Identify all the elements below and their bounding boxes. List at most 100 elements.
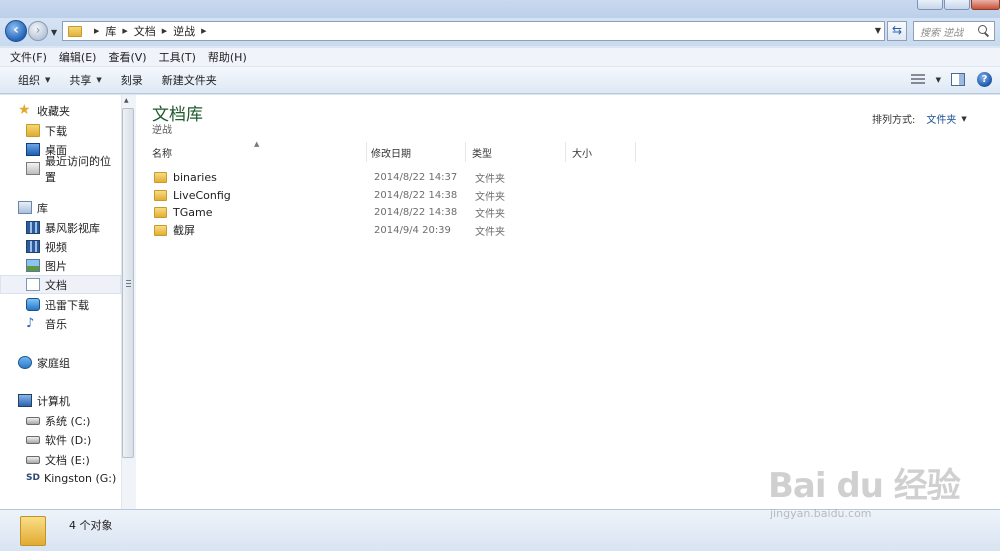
sidebar-item-baofeng[interactable]: 暴风影视库 [0,218,121,237]
sidebar-item-libraries[interactable]: 库 [0,198,121,217]
column-header-size[interactable]: 大小 [566,142,636,162]
sidebar-item-documents[interactable]: 文档 [0,275,121,294]
refresh-button[interactable]: ⇆ [887,21,907,41]
column-header-type[interactable]: 类型 [466,142,566,162]
sidebar-item-label: 下载 [45,124,67,138]
folder-icon [68,25,82,37]
forward-button[interactable]: › [28,21,48,41]
table-row[interactable]: 截屏 2014/9/4 20:39 文件夹 [150,221,630,239]
file-date: 2014/8/22 14:38 [374,189,458,201]
file-list-pane: 文档库 逆战 排列方式: 文件夹 ▼ ▲ 名称 修改日期 类型 大小 binar… [136,95,1000,509]
chevron-down-icon[interactable]: ▼ [936,76,941,84]
sidebar-item-label: 计算机 [37,394,70,408]
preview-pane-icon[interactable] [951,73,965,86]
sidebar-item-videos[interactable]: 视频 [0,237,121,256]
homegroup-icon [18,356,32,369]
file-type: 文件夹 [475,226,505,238]
library-subtitle[interactable]: 逆战 [152,121,172,136]
picture-icon [26,259,40,272]
file-type: 文件夹 [475,191,505,203]
breadcrumb-library[interactable]: 库 [105,23,116,39]
forward-arrow-icon: › [35,23,41,37]
watermark-logo: Bai du 经验 [768,466,961,506]
breadcrumb-nizhan[interactable]: 逆战 [173,23,195,39]
sidebar-item-downloads[interactable]: 下载 [0,121,121,140]
sidebar-item-computer[interactable]: 计算机 [0,391,121,410]
table-row[interactable]: LiveConfig 2014/8/22 14:38 文件夹 [150,186,630,204]
table-row[interactable]: TGame 2014/8/22 14:38 文件夹 [150,203,630,221]
star-icon: ★ [18,102,31,118]
sidebar-item-favorites[interactable]: ★ 收藏夹 [0,101,121,120]
search-icon[interactable] [977,24,991,38]
sidebar-item-drive-e[interactable]: 文档 (E:) [0,450,121,469]
sidebar-item-label: 图片 [45,259,67,273]
menu-tools[interactable]: 工具(T) [153,49,202,65]
back-arrow-icon: ‹ [13,22,19,38]
recent-places-icon [26,162,40,175]
library-icon [18,201,32,214]
breadcrumb-separator-icon[interactable]: ▶ [162,27,167,35]
sidebar-item-drive-d[interactable]: 软件 (D:) [0,430,121,449]
breadcrumb-separator-icon[interactable]: ▶ [94,27,99,35]
chevron-down-icon: ▼ [96,76,102,84]
sidebar-item-drive-c[interactable]: 系统 (C:) [0,411,121,430]
sidebar-item-label: 最近访问的位置 [45,154,111,184]
sidebar-item-music[interactable]: ♪ 音乐 [0,314,121,333]
folder-icon [154,189,167,201]
menu-edit[interactable]: 编辑(E) [53,49,103,65]
arrange-by: 排列方式: 文件夹 ▼ [872,111,967,127]
sidebar-item-label: Kingston (G:) [44,472,117,485]
address-dropdown-icon[interactable]: ▼ [875,26,881,35]
sidebar-item-label: 文档 (E:) [45,453,90,467]
system-drive-icon [26,416,40,425]
column-header-modified[interactable]: 修改日期 [365,142,466,162]
address-bar[interactable]: ▶ 库 ▶ 文档 ▶ 逆战 ▶ ▼ [62,21,885,41]
sidebar-item-label: 软件 (D:) [45,433,92,447]
sidebar-item-thunder[interactable]: 迅雷下载 [0,295,121,314]
share-label: 共享 [69,74,92,87]
video-icon [26,240,40,253]
burn-button[interactable]: 刻录 [115,72,156,88]
file-type: 文件夹 [475,173,505,185]
sidebar-item-recent[interactable]: 最近访问的位置 [0,155,121,184]
command-bar: 组织 ▼ 共享 ▼ 刻录 新建文件夹 ▼ ? [0,67,1000,94]
help-icon[interactable]: ? [977,72,992,87]
menu-file[interactable]: 文件(F) [4,49,53,65]
search-input[interactable]: 搜索 逆战 [913,21,995,41]
minimize-button[interactable] [917,0,943,10]
new-folder-button[interactable]: 新建文件夹 [156,72,230,88]
scrollbar-grip-icon[interactable] [126,280,131,288]
column-header-name[interactable]: 名称 [146,142,367,162]
sidebar-item-label: 音乐 [45,317,67,331]
maximize-button[interactable] [944,0,970,10]
sidebar-item-drive-g[interactable]: SD Kingston (G:) [0,469,121,488]
folder-icon [20,516,46,546]
watermark-url: jingyan.baidu.com [770,507,872,520]
sidebar-item-label: 家庭组 [37,356,70,370]
recent-pages-dropdown-icon[interactable]: ▼ [51,28,57,37]
close-button[interactable] [971,0,1000,10]
organize-button[interactable]: 组织 ▼ [12,72,63,88]
sidebar-item-label: 暴风影视库 [45,221,100,235]
scroll-up-icon[interactable]: ▲ [124,97,129,104]
folder-icon [154,224,167,236]
folder-icon [154,171,167,183]
sidebar-item-pictures[interactable]: 图片 [0,256,121,275]
share-button[interactable]: 共享 ▼ [63,72,114,88]
refresh-icon: ⇆ [891,23,903,37]
back-button[interactable]: ‹ [5,20,27,42]
arrange-dropdown[interactable]: 文件夹 ▼ [926,111,966,127]
breadcrumb-separator-icon[interactable]: ▶ [201,27,206,35]
arrange-value: 文件夹 [926,115,957,126]
item-count: 4 个对象 [69,519,113,532]
sd-card-icon: SD [26,473,40,483]
view-options-icon[interactable] [910,73,925,86]
sidebar-item-homegroup[interactable]: 家庭组 [0,353,121,372]
breadcrumb-separator-icon[interactable]: ▶ [122,27,127,35]
menu-view[interactable]: 查看(V) [102,49,152,65]
video-library-icon [26,221,40,234]
menu-help[interactable]: 帮助(H) [202,49,253,65]
table-row[interactable]: binaries 2014/8/22 14:37 文件夹 [150,168,630,186]
folder-icon [154,206,167,218]
breadcrumb-documents[interactable]: 文档 [134,23,156,39]
